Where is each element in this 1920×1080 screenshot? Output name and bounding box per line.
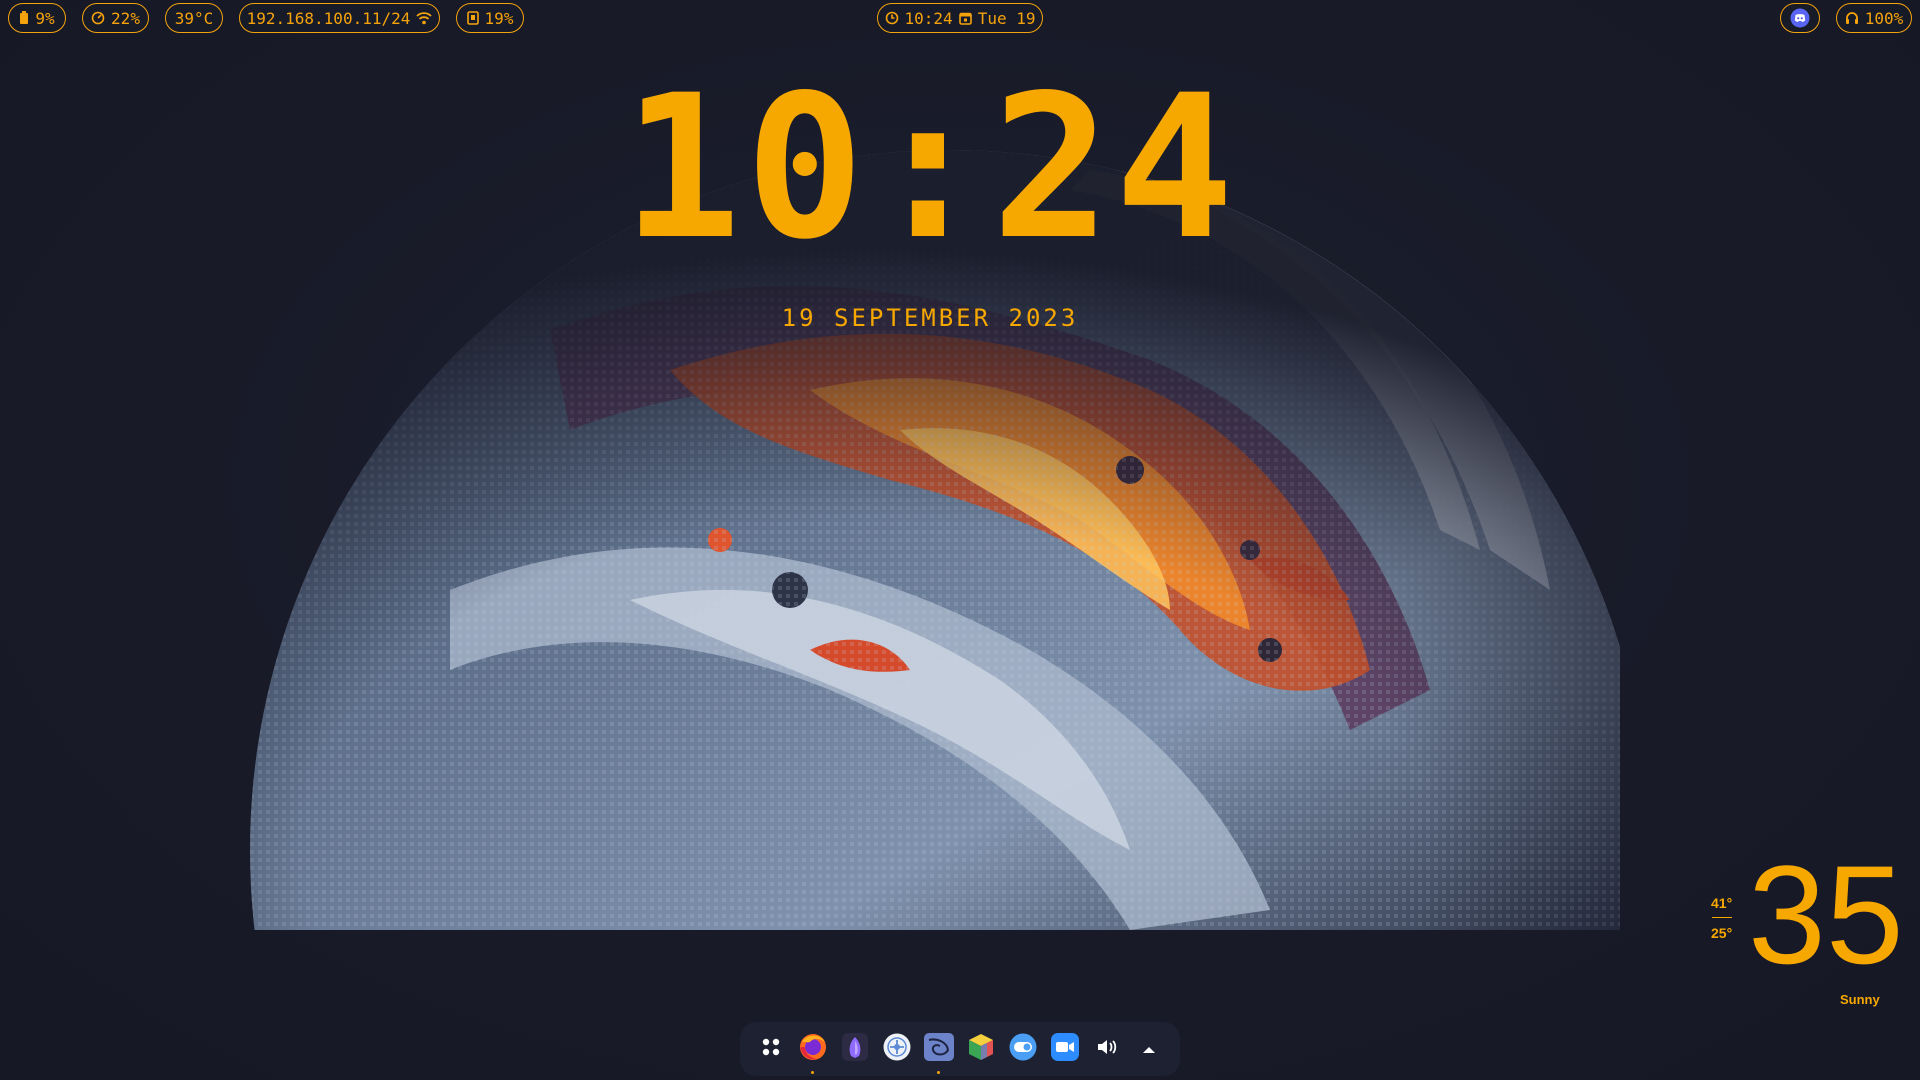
firefox-icon — [798, 1032, 828, 1066]
kdenlive-running-dot — [937, 1071, 940, 1074]
dock-element[interactable] — [881, 1033, 913, 1065]
kdenlive-icon — [923, 1032, 955, 1066]
zoom-icon — [1050, 1032, 1080, 1066]
dock-tray-expand[interactable] — [1133, 1033, 1165, 1065]
proton-vpn-icon — [841, 1032, 869, 1066]
temperature-indicator[interactable]: 39°C — [165, 3, 223, 33]
firefox-running-dot — [811, 1071, 814, 1074]
network-address: 192.168.100.11/24 — [246, 8, 411, 28]
app-grid-icon — [761, 1037, 781, 1061]
battery-value: 9% — [35, 8, 55, 28]
weather-divider — [1712, 917, 1732, 918]
clock-icon — [885, 11, 899, 25]
weather-widget: 41° 25° 35 Sunny — [1700, 845, 1915, 1015]
chevron-up-icon — [1142, 1040, 1156, 1059]
maps-cube-icon — [967, 1032, 995, 1066]
speaker-icon — [1096, 1038, 1118, 1060]
dock-proton-vpn[interactable] — [839, 1033, 871, 1065]
dock-firefox[interactable] — [797, 1032, 829, 1074]
dock-app-grid[interactable] — [755, 1033, 787, 1065]
weather-temperature: 35 — [1748, 836, 1904, 993]
desktop-clock-time: 10:24 — [621, 52, 1239, 283]
battery-icon — [19, 11, 29, 25]
clock-indicator[interactable]: 10:24 Tue 19 — [877, 3, 1043, 33]
weather-low: 25° — [1711, 925, 1733, 941]
weather-condition: Sunny — [1840, 992, 1880, 1007]
element-icon — [882, 1032, 912, 1066]
memory-indicator[interactable]: 19% — [456, 3, 524, 33]
toggle-icon — [1008, 1032, 1038, 1066]
dock-toggle-app[interactable] — [1007, 1033, 1039, 1065]
memory-value: 19% — [484, 8, 514, 28]
dock-kdenlive[interactable] — [923, 1032, 955, 1074]
dock — [740, 1022, 1180, 1076]
wifi-icon — [416, 11, 433, 25]
cpu-indicator[interactable]: 22% — [82, 3, 149, 33]
volume-value: 100% — [1864, 8, 1904, 28]
dock-volume[interactable] — [1091, 1033, 1123, 1065]
calendar-icon — [958, 11, 972, 25]
network-indicator[interactable]: 192.168.100.11/24 — [239, 3, 440, 33]
desktop: 9% 22% 39°C 192.168.100.11/24 19% 10:24 … — [0, 0, 1920, 1080]
volume-indicator[interactable]: 100% — [1836, 3, 1912, 33]
desktop-clock-date: 19 SEPTEMBER 2023 — [781, 304, 1079, 332]
headphones-icon — [1845, 11, 1859, 25]
topbar-date: Tue 19 — [977, 8, 1036, 28]
memory-icon — [466, 11, 479, 25]
topbar-time: 10:24 — [904, 8, 953, 28]
discord-tray-button[interactable] — [1780, 3, 1820, 33]
dock-zoom[interactable] — [1049, 1033, 1081, 1065]
temperature-value: 39°C — [174, 8, 214, 28]
battery-indicator[interactable]: 9% — [8, 3, 66, 33]
gauge-icon — [91, 11, 105, 25]
cpu-value: 22% — [111, 8, 140, 28]
discord-icon — [1790, 8, 1810, 28]
dock-maps[interactable] — [965, 1033, 997, 1065]
weather-high: 41° — [1711, 895, 1733, 911]
